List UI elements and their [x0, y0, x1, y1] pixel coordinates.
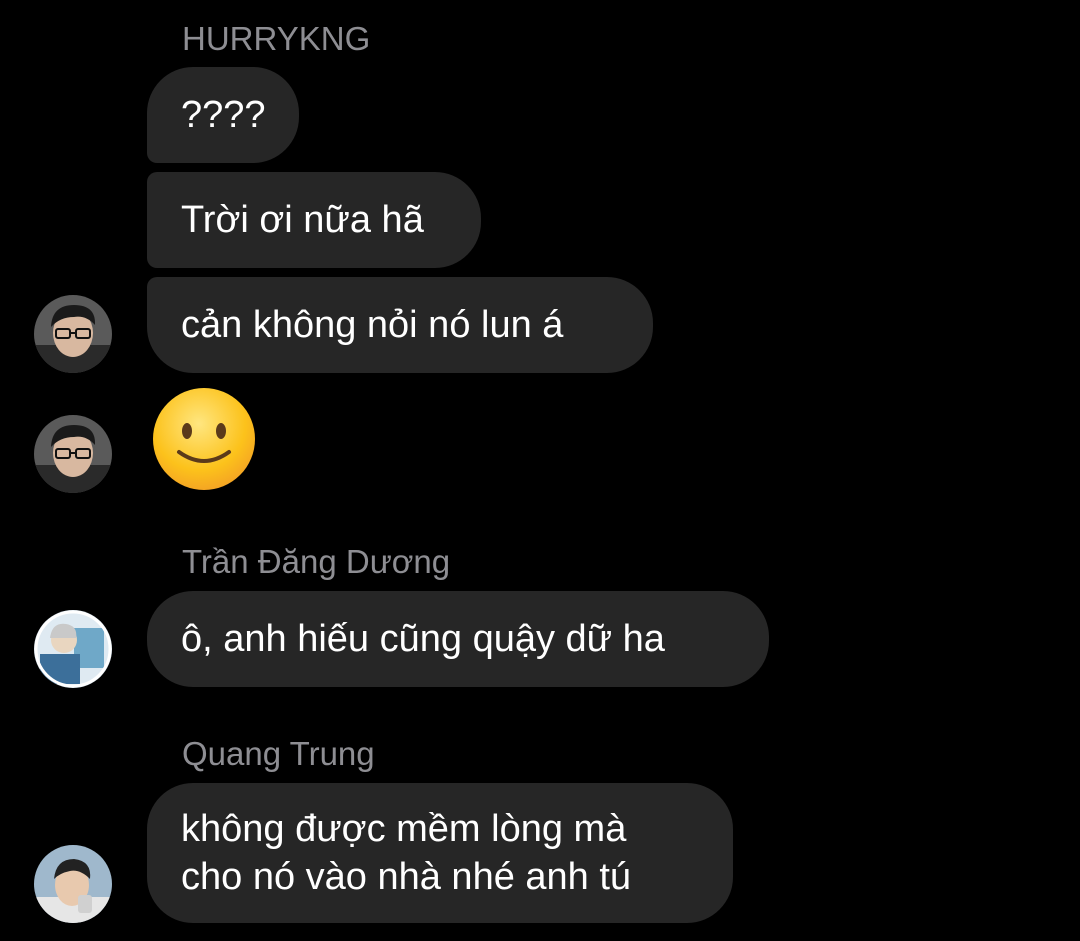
message-text: Trời ơi nữa hã [181, 199, 424, 241]
avatar-hurrykng-icon [34, 295, 112, 373]
message-bubble[interactable]: ???? [147, 67, 299, 163]
message-text: cản không nỏi nó lun á [181, 304, 564, 346]
avatar-tran-dang-duong-icon [34, 610, 112, 688]
message-text: ô, anh hiếu cũng quậy dữ ha [181, 618, 665, 660]
sender-name: Quang Trung [182, 735, 375, 772]
avatar-hurrykng-icon [34, 415, 112, 493]
avatar-quang-trung-icon [34, 845, 112, 923]
message-text: cho nó vào nhà nhé anh tú [181, 856, 632, 898]
sender-name: HURRYKNG [182, 20, 371, 57]
message-bubble[interactable]: cản không nỏi nó lun á [147, 277, 653, 373]
slightly-smiling-face-icon[interactable] [151, 386, 257, 492]
message-text: ???? [181, 94, 266, 136]
message-bubble[interactable]: không được mềm lòng mà cho nó vào nhà nh… [147, 783, 733, 923]
avatar[interactable] [34, 295, 112, 373]
message-bubble[interactable]: Trời ơi nữa hã [147, 172, 481, 268]
sender-name: Trần Đăng Dương [182, 543, 451, 580]
message-bubble[interactable]: ô, anh hiếu cũng quậy dữ ha [147, 591, 769, 687]
avatar[interactable] [34, 610, 112, 688]
avatar[interactable] [34, 845, 112, 923]
message-text: không được mềm lòng mà [181, 808, 627, 850]
avatar[interactable] [34, 415, 112, 493]
